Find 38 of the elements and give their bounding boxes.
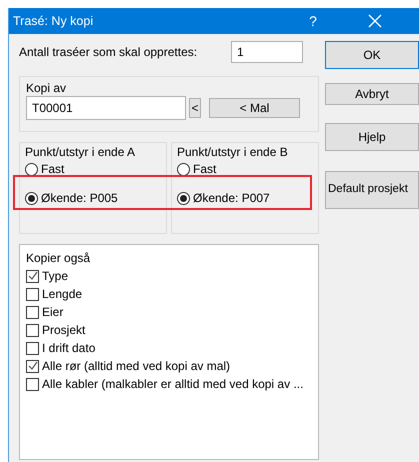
window-title: Trasé: Ny kopi: [13, 12, 94, 30]
checkbox[interactable]: [26, 378, 39, 390]
radio-label: Økende: P007: [193, 190, 270, 207]
checkbox-label: Eier: [42, 304, 64, 321]
copy-of-field[interactable]: T00001: [26, 96, 186, 120]
help-button[interactable]: ?: [298, 10, 328, 32]
count-field[interactable]: 1: [231, 41, 303, 63]
close-icon[interactable]: [368, 14, 382, 28]
dialog-button[interactable]: Hjelp: [325, 123, 419, 151]
radio-button[interactable]: [25, 162, 38, 176]
radio-label: Fast: [193, 161, 216, 178]
radio-button[interactable]: [177, 192, 190, 204]
checkbox-label: Type: [42, 268, 68, 285]
count-label: Antall traséer som skal opprettes:: [19, 44, 198, 61]
checkbox[interactable]: [26, 342, 39, 354]
group-title: Punkt/utstyr i ende A: [25, 144, 136, 161]
group-title: Kopi av: [26, 80, 68, 95]
radio-button[interactable]: [25, 192, 38, 204]
radio-label: Fast: [41, 161, 64, 178]
checkbox[interactable]: [26, 270, 39, 282]
checkbox-label: I drift dato: [42, 340, 96, 357]
checkbox-label: Prosjekt: [42, 322, 86, 339]
dialog-button[interactable]: OK: [325, 41, 419, 69]
dialog-button[interactable]: Default prosjekt: [325, 171, 419, 209]
template-button[interactable]: < Mal: [209, 98, 300, 118]
checkbox[interactable]: [26, 360, 39, 372]
checkbox-label: Alle rør (alltid med ved kopi av mal): [42, 358, 230, 375]
radio-label: Økende: P005: [41, 190, 118, 207]
checkbox[interactable]: [26, 306, 39, 318]
checkbox[interactable]: [26, 288, 39, 300]
checkbox-label: Alle kabler (malkabler er alltid med ved kopi av ...: [42, 376, 304, 393]
checkbox-label: Lengde: [42, 286, 82, 303]
group-title: Punkt/utstyr i ende B: [177, 144, 289, 161]
list-title: Kopier også: [26, 250, 92, 267]
radio-button[interactable]: [177, 162, 190, 176]
dialog-button[interactable]: Avbryt: [325, 83, 419, 105]
checkbox[interactable]: [26, 324, 39, 336]
pick-button[interactable]: <: [189, 98, 201, 118]
